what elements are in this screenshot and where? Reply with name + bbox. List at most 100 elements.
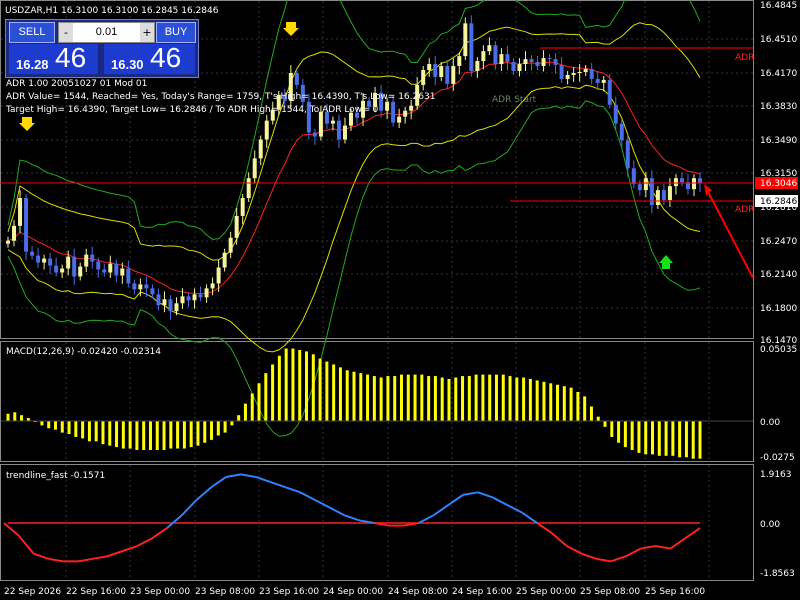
buy-price-box[interactable]: 16.30 46 xyxy=(104,42,195,74)
macd-bar-72 xyxy=(494,374,498,421)
candle-body-19 xyxy=(120,268,125,276)
macd-bar-100 xyxy=(684,421,688,458)
candle-body-97 xyxy=(589,69,594,79)
candle-body-6 xyxy=(42,258,47,263)
macd-bar-65 xyxy=(447,378,451,421)
macd-bar-19 xyxy=(135,421,139,450)
candle-body-70 xyxy=(427,64,432,71)
buy-button[interactable]: BUY xyxy=(156,22,196,43)
macd-bar-76 xyxy=(522,377,526,421)
candle-body-71 xyxy=(433,64,438,77)
macd-bar-7 xyxy=(53,421,57,430)
macd-bar-71 xyxy=(488,374,492,421)
candle-body-87 xyxy=(529,59,534,63)
candle-body-36 xyxy=(222,252,227,268)
macd-bar-75 xyxy=(515,377,519,421)
time-axis-tick-9: 25 Sep 08:00 xyxy=(580,587,640,597)
candle-body-16 xyxy=(102,269,107,273)
macd-bar-1 xyxy=(13,412,17,421)
macd-bar-13 xyxy=(94,421,98,442)
macd-bar-23 xyxy=(162,421,166,450)
candle-body-104 xyxy=(631,168,636,185)
time-axis-tick-10: 25 Sep 16:00 xyxy=(645,587,705,597)
macd-bar-73 xyxy=(501,374,505,421)
candle-body-51 xyxy=(312,132,317,137)
macd-bar-34 xyxy=(237,415,241,421)
candle-body-105 xyxy=(637,184,642,191)
macd-bar-89 xyxy=(610,421,614,437)
macd-bar-94 xyxy=(644,421,648,455)
candle-body-13 xyxy=(84,254,89,267)
lot-decrease-button[interactable]: - xyxy=(59,23,73,42)
macd-bar-17 xyxy=(121,421,125,449)
candle-body-81 xyxy=(493,45,498,65)
macd-bar-66 xyxy=(454,377,458,421)
macd-bar-37 xyxy=(257,383,261,421)
candle-body-67 xyxy=(409,105,414,111)
current-price-tag-text: 16.2846 xyxy=(760,197,797,207)
macd-bar-27 xyxy=(189,421,193,448)
candle-body-86 xyxy=(523,59,528,65)
macd-label: MACD(12,26,9) -0.02420 -0.02314 xyxy=(6,347,161,357)
time-axis-tick-3: 23 Sep 08:00 xyxy=(195,587,255,597)
candle-body-22 xyxy=(138,284,143,290)
macd-bar-12 xyxy=(87,421,91,442)
candle-body-3 xyxy=(24,198,29,252)
chart-window[interactable]: ADR ADR ADR Start USDZAR,H1 16.3100 16.3… xyxy=(0,0,800,600)
macd-bar-55 xyxy=(379,377,383,421)
macd-bar-31 xyxy=(216,421,220,436)
macd-bar-11 xyxy=(81,421,85,439)
sell-button[interactable]: SELL xyxy=(9,22,55,43)
candle-body-64 xyxy=(391,101,396,123)
candle-body-88 xyxy=(535,62,540,67)
candle-body-63 xyxy=(385,101,390,111)
candle-body-35 xyxy=(216,267,221,284)
macd-bar-39 xyxy=(271,364,275,421)
macd-bar-93 xyxy=(637,421,641,453)
adr-low-tag: ADR xyxy=(735,205,754,215)
candle-body-111 xyxy=(673,178,678,187)
candle-body-90 xyxy=(547,58,552,60)
time-axis-tick-0: 22 Sep 2026 xyxy=(4,587,61,597)
macd-bar-18 xyxy=(128,421,132,449)
candle-body-94 xyxy=(571,72,576,75)
candle-body-69 xyxy=(421,70,426,85)
macd-bar-9 xyxy=(67,421,71,435)
macd-panel[interactable] xyxy=(0,341,754,462)
candle-body-93 xyxy=(565,74,570,79)
candle-body-80 xyxy=(487,45,492,52)
time-axis-tick-7: 24 Sep 16:00 xyxy=(452,587,512,597)
macd-bar-5 xyxy=(40,421,44,426)
macd-bar-82 xyxy=(562,386,566,421)
candle-body-37 xyxy=(228,237,233,253)
candle-body-9 xyxy=(60,268,65,273)
sell-price-box[interactable]: 16.28 46 xyxy=(9,42,98,74)
candle-body-34 xyxy=(210,283,215,289)
trendline-axis-top: 1.9163 xyxy=(760,470,792,480)
bid-price-tag-text: 16.3046 xyxy=(760,179,797,189)
lot-size-stepper[interactable]: - 0.01 + xyxy=(58,22,155,43)
macd-bar-68 xyxy=(467,376,471,421)
macd-bar-77 xyxy=(528,378,532,421)
buy-price-small: 16.30 xyxy=(111,57,144,72)
macd-bar-64 xyxy=(440,377,444,421)
candle-body-27 xyxy=(168,299,173,312)
candle-body-83 xyxy=(505,54,510,63)
candle-body-54 xyxy=(330,120,335,124)
candle-body-84 xyxy=(511,62,516,72)
macd-bar-30 xyxy=(210,421,214,440)
candle-body-99 xyxy=(601,79,606,83)
lot-size-input[interactable]: 0.01 xyxy=(73,23,140,42)
macd-axis-bottom: -0.0275 xyxy=(760,453,795,463)
macd-bar-33 xyxy=(230,421,234,426)
candle-body-38 xyxy=(234,215,239,238)
candle-body-72 xyxy=(439,66,444,77)
candle-body-30 xyxy=(186,296,191,301)
macd-bar-101 xyxy=(691,421,695,459)
lot-increase-button[interactable]: + xyxy=(140,23,154,42)
trendline-label: trendline_fast -0.1571 xyxy=(6,471,105,481)
macd-bar-40 xyxy=(277,355,281,421)
macd-bar-74 xyxy=(508,376,512,421)
price-axis-tick-7: 16.2470 xyxy=(760,237,797,247)
price-axis-tick-4: 16.3490 xyxy=(760,136,797,146)
